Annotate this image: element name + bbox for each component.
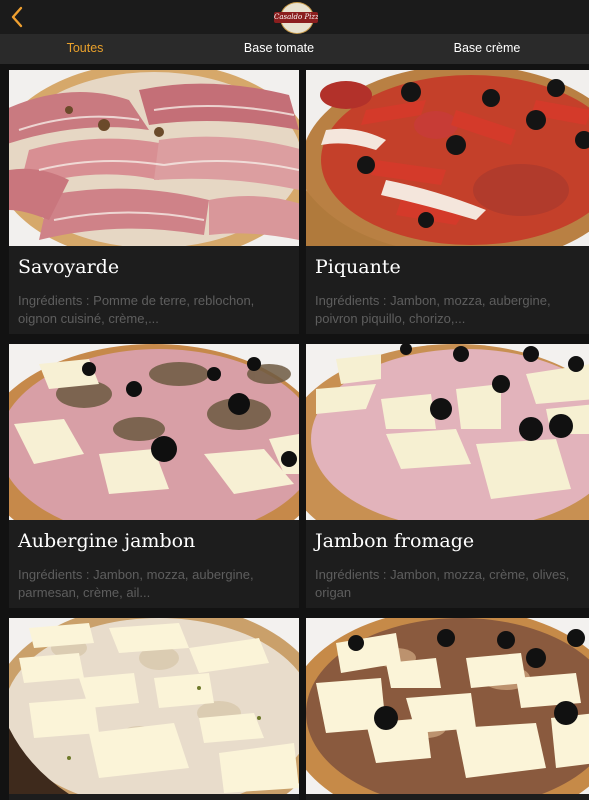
pizza-card-aubergine-jambon[interactable]: Aubergine jambon Ingrédients : Jambon, m… <box>9 344 299 608</box>
pizza-name: Piquante <box>315 256 401 278</box>
pizza-photo <box>306 618 589 794</box>
tab-base-tomate[interactable]: Base tomate <box>210 34 348 64</box>
pizza-photo <box>9 344 299 520</box>
top-bar: Casaldo Pizza <box>0 0 589 34</box>
pizza-card-jambon-fromage[interactable]: Jambon fromage Ingrédients : Jambon, moz… <box>306 344 589 608</box>
pizza-card-piquante[interactable]: Piquante Ingrédients : Jambon, mozza, au… <box>306 70 589 334</box>
tab-base-creme[interactable]: Base crème <box>422 34 552 64</box>
pizza-grid: Savoyarde Ingrédients : Pomme de terre, … <box>0 64 589 800</box>
tab-toutes[interactable]: Toutes <box>20 34 150 64</box>
pizza-card[interactable] <box>9 618 299 800</box>
pizza-name: Jambon fromage <box>315 530 475 552</box>
pizza-name: Aubergine jambon <box>18 530 196 552</box>
pizza-card[interactable] <box>306 618 589 800</box>
chevron-left-icon[interactable] <box>6 5 28 29</box>
pizza-ingredients: Ingrédients : Pomme de terre, reblochon,… <box>18 293 255 326</box>
pizza-photo <box>306 344 589 520</box>
pizza-card-savoyarde[interactable]: Savoyarde Ingrédients : Pomme de terre, … <box>9 70 299 334</box>
logo-text: Casaldo Pizza <box>274 12 318 23</box>
pizza-ingredients: Ingrédients : Jambon, mozza, crème, oliv… <box>315 567 570 600</box>
pizza-photo <box>9 618 299 794</box>
category-tabs: Toutes Base tomate Base crème <box>0 34 589 64</box>
brand-logo: Casaldo Pizza <box>274 2 318 34</box>
pizza-ingredients: Ingrédients : Jambon, mozza, aubergine, … <box>18 567 254 600</box>
pizza-ingredients: Ingrédients : Jambon, mozza, aubergine, … <box>315 293 551 326</box>
pizza-name: Savoyarde <box>18 256 120 278</box>
pizza-photo <box>9 70 299 246</box>
pizza-photo <box>306 70 589 246</box>
